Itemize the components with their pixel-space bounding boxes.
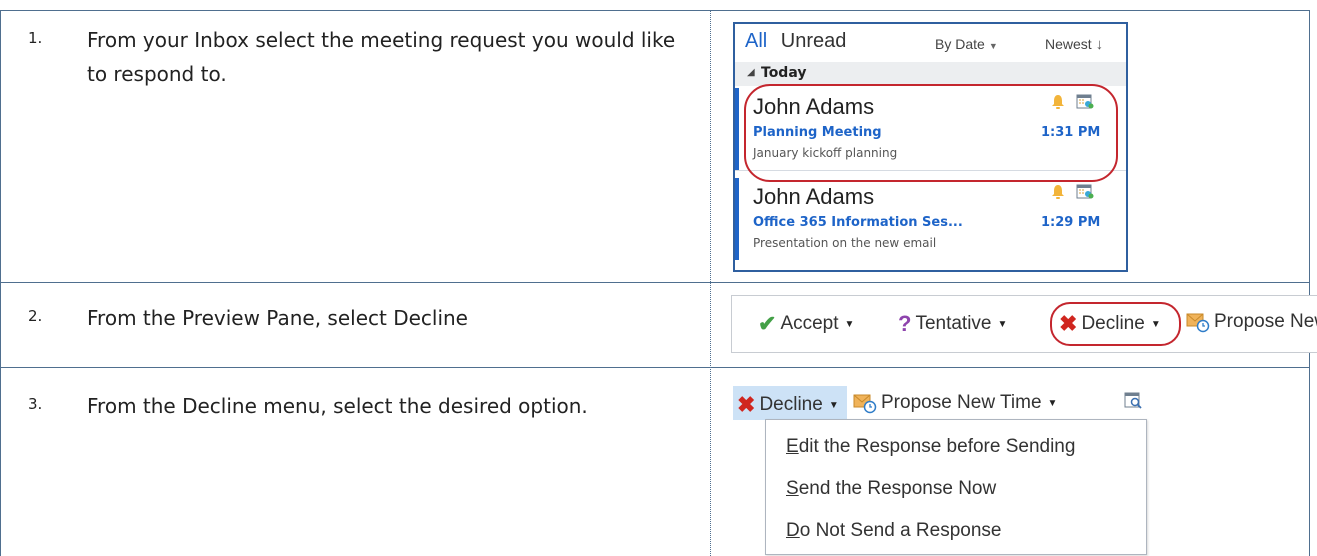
calendar-preview-button[interactable] <box>1123 390 1143 416</box>
group-header-today[interactable]: ◢ Today <box>735 62 1126 86</box>
step-1-text: From your Inbox select the meeting reque… <box>87 28 676 86</box>
table-border-left <box>0 10 1 556</box>
menu-item-send-now[interactable]: Send the Response Now <box>786 478 996 500</box>
step-3-number: 3. <box>28 395 43 413</box>
menu-item-label: dit the Response before Sending <box>798 436 1076 457</box>
message-subject: Office 365 Information Ses... <box>753 215 963 230</box>
message-item[interactable]: John Adams Office 365 Information Ses...… <box>735 178 1126 260</box>
table-border-top <box>0 10 1310 11</box>
sort-by-label: By Date <box>935 36 985 52</box>
accept-button[interactable]: ✔ Accept ▼ <box>758 311 854 337</box>
menu-hotkey: S <box>786 478 799 499</box>
tentative-label: Tentative <box>915 313 992 335</box>
step-2-text: From the Preview Pane, select Decline <box>87 306 468 330</box>
chevron-down-icon: ▼ <box>844 318 855 330</box>
selected-stripe <box>735 88 739 170</box>
tentative-button[interactable]: ? Tentative ▼ <box>898 311 1007 337</box>
menu-hotkey: D <box>786 520 800 541</box>
sort-order-toggle[interactable]: Newest ↓ <box>1045 36 1103 53</box>
reminder-bell-icon <box>1052 185 1064 199</box>
propose-time-icon <box>853 394 877 414</box>
propose-new-time-button[interactable]: Propose New <box>1186 311 1317 333</box>
message-time: 1:29 PM <box>1041 215 1101 230</box>
question-mark-icon: ? <box>898 311 912 336</box>
menu-item-label: end the Response Now <box>798 478 997 499</box>
tab-unread[interactable]: Unread <box>781 30 847 52</box>
message-preview: Presentation on the new email <box>753 236 937 250</box>
step-1-number: 1. <box>28 29 43 47</box>
x-mark-icon: ✖ <box>737 392 756 417</box>
column-divider <box>710 10 711 556</box>
calendar-search-icon <box>1124 392 1142 409</box>
propose-time-icon <box>1186 313 1210 333</box>
tab-all[interactable]: All <box>745 30 767 52</box>
message-sender: John Adams <box>753 184 875 209</box>
menu-item-label: o Not Send a Response <box>799 520 1002 541</box>
sort-by-dropdown[interactable]: By Date ▼ <box>935 36 998 52</box>
row-divider-2 <box>0 367 1310 368</box>
menu-item-no-response[interactable]: Do Not Send a Response <box>786 520 1001 542</box>
decline-dropdown-button[interactable]: ✖ Decline ▼ <box>737 392 839 418</box>
propose-new-time-button[interactable]: Propose New Time ▼ <box>853 392 1057 414</box>
collapse-triangle-icon: ◢ <box>747 67 755 78</box>
accept-label: Accept <box>780 313 839 335</box>
checkmark-icon: ✔ <box>758 311 777 336</box>
decline-dropdown-menu: Edit the Response before Sending Send th… <box>765 419 1147 555</box>
menu-item-edit-response[interactable]: Edit the Response before Sending <box>786 436 1075 458</box>
propose-label: Propose New Time <box>881 392 1042 414</box>
chevron-down-icon: ▼ <box>988 41 998 51</box>
table-border-right <box>1309 10 1310 556</box>
highlight-circle <box>744 84 1118 182</box>
decline-label: Decline <box>759 394 823 416</box>
highlight-circle <box>1050 302 1181 346</box>
unread-stripe <box>735 178 739 260</box>
chevron-down-icon: ▼ <box>828 399 839 411</box>
meeting-response-toolbar: ✔ Accept ▼ ? Tentative ▼ ✖ Decline ▼ Propose N… <box>731 295 1317 353</box>
group-header-label: Today <box>761 65 807 81</box>
chevron-down-icon: ▼ <box>997 318 1008 330</box>
step-3-text: From the Decline menu, select the desire… <box>87 394 588 418</box>
decline-menu-toolbar: ✖ Decline ▼ Propose New Time ▼ <box>733 386 1145 420</box>
inbox-filter-tabs: All Unread <box>745 30 846 53</box>
step-2-number: 2. <box>28 307 43 325</box>
menu-hotkey: E <box>786 436 799 457</box>
sort-order-label: Newest <box>1045 36 1092 52</box>
row-divider-1 <box>0 282 1310 283</box>
meeting-request-icon <box>1076 184 1094 199</box>
arrow-down-icon: ↓ <box>1095 36 1104 53</box>
chevron-down-icon: ▼ <box>1047 397 1058 409</box>
propose-label: Propose New <box>1214 311 1317 333</box>
